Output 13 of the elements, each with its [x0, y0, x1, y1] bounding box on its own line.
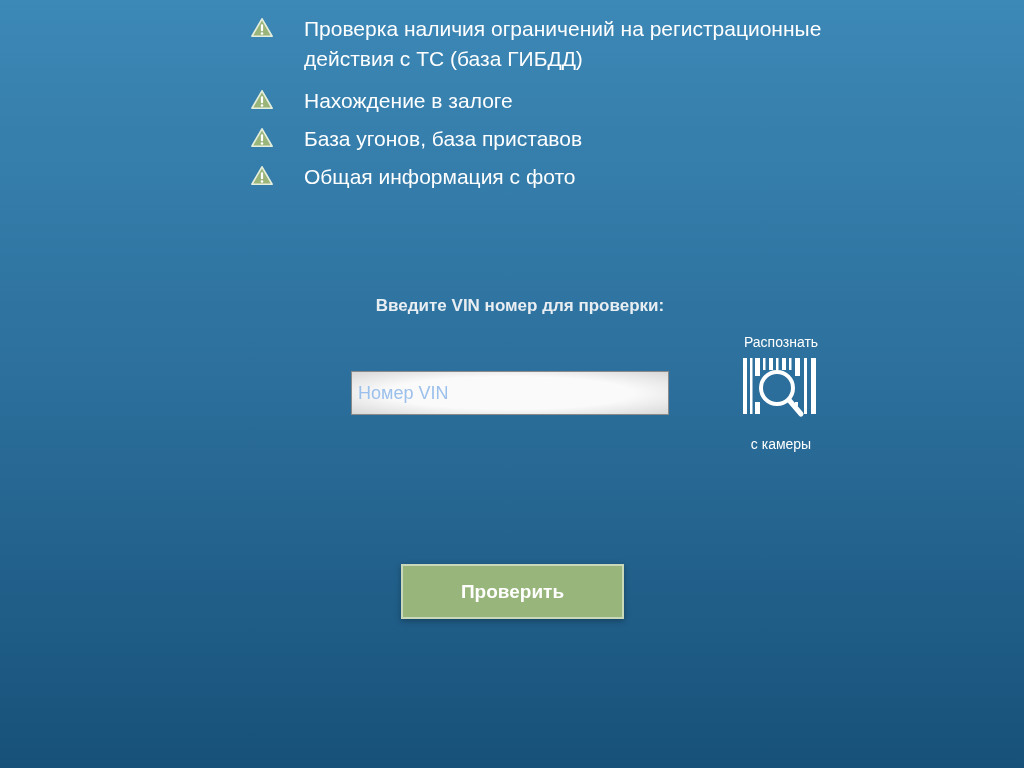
check-item-text: Проверка наличия ограничений на регистрационные действия с ТС (база ГИБДД) — [304, 16, 823, 72]
check-item-text: База угонов, база приставов — [304, 126, 584, 152]
warning-icon — [250, 165, 274, 187]
warning-icon — [250, 17, 274, 39]
check-button[interactable]: Проверить — [401, 564, 624, 619]
vin-input-field[interactable]: Номер VIN — [351, 371, 669, 415]
check-item-text: Нахождение в залоге — [304, 88, 514, 114]
vin-prompt: Введите VIN номер для проверки: — [375, 296, 665, 316]
warning-icon — [250, 89, 274, 111]
scan-label: с камеры — [750, 436, 812, 452]
scan-label: Распознать — [743, 334, 819, 350]
warning-icon — [250, 127, 274, 149]
check-item-text: Общая информация с фото — [304, 164, 577, 190]
